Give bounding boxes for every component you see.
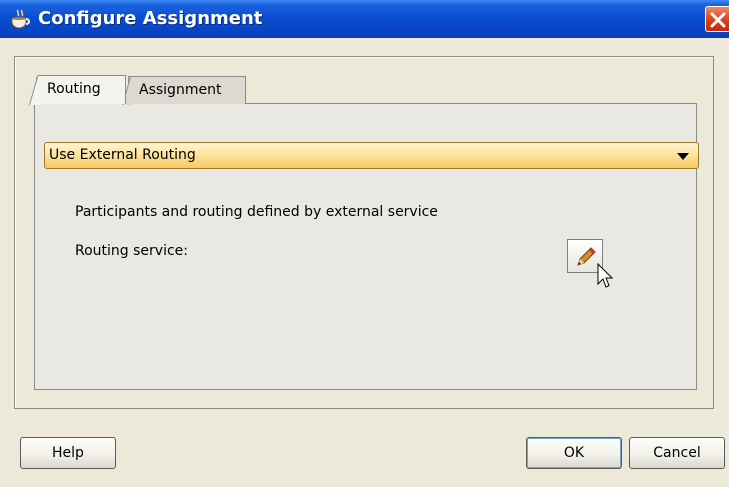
tab-assignment-label: Assignment <box>139 82 222 98</box>
chevron-down-icon <box>677 153 689 160</box>
help-button[interactable]: Help <box>20 437 116 469</box>
help-button-label: Help <box>52 445 84 461</box>
close-button[interactable] <box>705 6 729 32</box>
routing-service-label: Routing service: <box>75 243 188 259</box>
close-icon <box>710 12 726 28</box>
routing-description: Participants and routing defined by exte… <box>75 204 438 220</box>
routing-type-dropdown[interactable]: Use External Routing <box>44 142 699 169</box>
ok-button[interactable]: OK <box>526 437 622 469</box>
configure-assignment-dialog: Configure Assignment Routing Assignment … <box>0 0 729 487</box>
pencil-icon <box>577 247 596 266</box>
title-bar: Configure Assignment <box>0 0 729 38</box>
mouse-pointer-icon <box>597 263 613 288</box>
tab-routing-label: Routing <box>47 81 101 97</box>
cancel-button[interactable]: Cancel <box>629 437 725 469</box>
tab-routing[interactable]: Routing <box>36 75 126 104</box>
routing-type-value: Use External Routing <box>49 147 196 163</box>
coffee-cup-icon <box>9 9 31 29</box>
ok-button-label: OK <box>563 445 585 461</box>
tab-assignment[interactable]: Assignment <box>128 76 246 104</box>
dialog-title: Configure Assignment <box>38 8 263 29</box>
cancel-button-label: Cancel <box>653 445 701 461</box>
